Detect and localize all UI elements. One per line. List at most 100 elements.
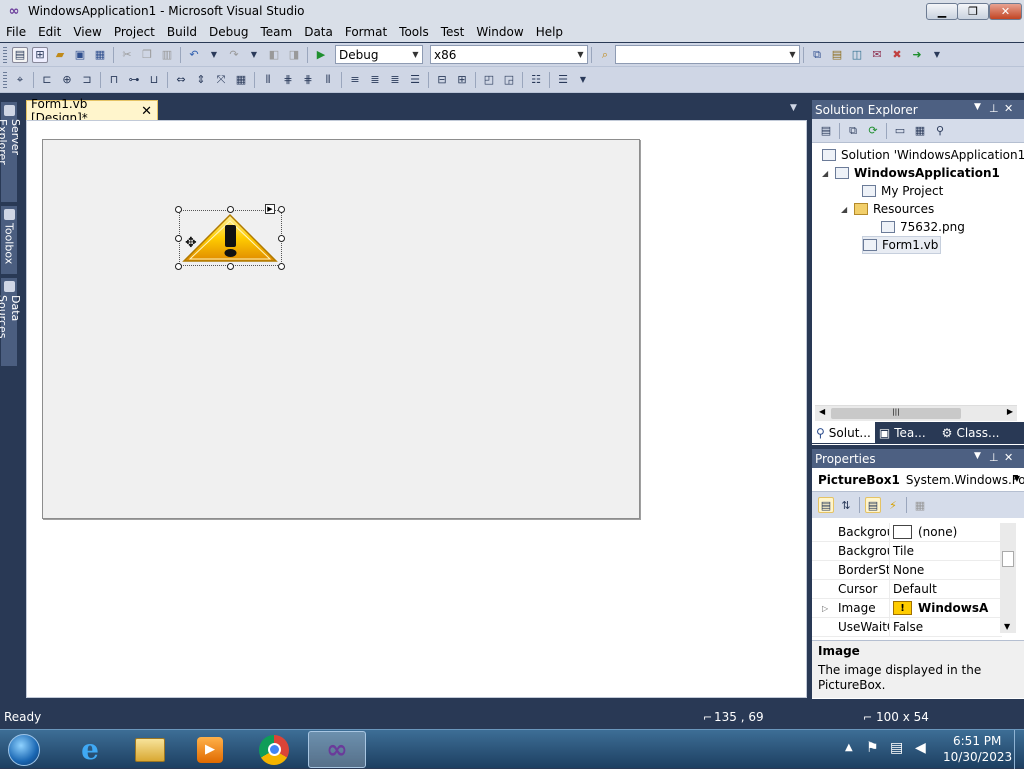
scroll-thumb[interactable]: ||| [831,408,961,419]
tab-toolbox[interactable]: Toolbox [1,206,17,274]
make-same-size-icon[interactable]: ⤧ [213,72,229,88]
scroll-right-icon[interactable]: ▶ [1007,407,1013,416]
view-code-icon[interactable]: ▭ [892,123,908,139]
show-desktop-button[interactable] [1014,730,1024,769]
properties-icon[interactable]: ▤ [865,497,881,513]
tab-data-sources[interactable]: Data Sources [0,278,22,366]
object-browser-icon[interactable]: ◫ [849,47,865,63]
resize-handle-sw[interactable] [175,263,182,270]
vertical-spacing-equal-icon[interactable]: ≡ [347,72,363,88]
form-designer[interactable] [42,139,640,519]
object-selector[interactable]: PictureBox1 System.Windows.For ▼ [812,468,1024,492]
smart-tag-icon[interactable]: ▶ [265,204,275,214]
remove-horizontal-spacing-icon[interactable]: ⦀ [320,72,336,88]
resize-handle-n[interactable] [227,206,234,213]
menu-debug[interactable]: Debug [203,25,254,39]
menu-file[interactable]: File [0,25,32,39]
tab-solution-explorer[interactable]: ⚲ Solut... [812,422,875,443]
tab-server-explorer[interactable]: Server Explorer [0,102,22,202]
close-icon[interactable]: ✕ [1004,102,1013,115]
chevron-down-icon[interactable]: ▼ [974,451,981,461]
menu-view[interactable]: View [67,25,107,39]
tab-team-explorer[interactable]: ▣ Tea... [875,422,930,443]
redo-dropdown-icon[interactable]: ▼ [246,47,262,63]
undo-icon[interactable]: ↶ [186,47,202,63]
maximize-button[interactable]: ❐ [957,3,989,20]
start-page-icon[interactable]: ➜ [909,47,925,63]
menu-window[interactable]: Window [470,25,529,39]
expand-triangle-icon[interactable]: ▷ [822,604,828,613]
save-icon[interactable]: ▣ [72,47,88,63]
taskbar-explorer[interactable] [124,731,176,768]
menu-format[interactable]: Format [339,25,393,39]
tab-form1-design[interactable]: Form1.vb [Design]* ✕ [26,97,158,125]
lock-controls-icon[interactable]: ☰ [555,72,571,88]
view-class-diagram-icon[interactable]: ⚲ [932,123,948,139]
property-row[interactable]: Cursor Default [812,579,1002,599]
property-row[interactable]: UseWaitCursc False [812,617,1002,637]
solution-config-dropdown[interactable]: Debug ▼ [335,45,423,64]
categorized-icon[interactable]: ▤ [818,497,834,513]
property-row[interactable]: BackgroundIr Tile [812,541,1002,561]
close-button[interactable]: ✕ [989,3,1022,20]
toolbar-options-icon[interactable]: ▼ [929,47,945,63]
make-same-height-icon[interactable]: ⇕ [193,72,209,88]
align-tops-icon[interactable]: ⊓ [106,72,122,88]
align-lefts-icon[interactable]: ⊏ [39,72,55,88]
find-in-files-icon[interactable]: ⌕ [597,47,613,63]
menu-help[interactable]: Help [530,25,569,39]
view-designer-icon[interactable]: ▦ [912,123,928,139]
property-pages-icon[interactable]: ▦ [912,497,928,513]
toolbox-icon[interactable]: ✉ [869,47,885,63]
property-value[interactable]: None [889,560,924,580]
align-middles-icon[interactable]: ⊶ [126,72,142,88]
network-icon[interactable]: ▤ [890,740,903,756]
resize-handle-e[interactable] [278,235,285,242]
expanded-triangle-icon[interactable]: ◢ [822,169,832,178]
redo-icon[interactable]: ↷ [226,47,242,63]
close-tab-icon[interactable]: ✕ [141,104,152,119]
tab-class-view[interactable]: ⚙ Class... [938,422,1004,443]
show-hidden-icons-icon[interactable]: ▲ [845,742,853,753]
start-button[interactable] [2,730,46,769]
align-to-grid-icon[interactable]: ⌖ [12,72,28,88]
send-to-back-icon[interactable]: ◲ [501,72,517,88]
find-combo[interactable]: ▼ [615,45,800,64]
picturebox-control[interactable]: ✥ [179,210,282,266]
scroll-left-icon[interactable]: ◀ [819,407,825,416]
align-rights-icon[interactable]: ⊐ [79,72,95,88]
cut-icon[interactable]: ✂ [119,47,135,63]
solution-explorer-icon[interactable]: ⧉ [809,47,825,63]
property-row[interactable]: ▷ Image ! WindowsA [812,598,1002,618]
toolbar-grip[interactable] [3,46,7,63]
save-all-icon[interactable]: ▦ [92,47,108,63]
center-vertically-icon[interactable]: ⊞ [454,72,470,88]
bring-to-front-icon[interactable]: ◰ [481,72,497,88]
alphabetical-icon[interactable]: ⇅ [838,497,854,513]
property-value[interactable]: False [889,617,923,637]
size-to-grid-icon[interactable]: ▦ [233,72,249,88]
make-same-width-icon[interactable]: ⇔ [173,72,189,88]
new-project-icon[interactable]: ▤ [12,46,28,63]
menu-edit[interactable]: Edit [32,25,67,39]
center-horizontally-icon[interactable]: ⊟ [434,72,450,88]
tab-order-icon[interactable]: ☷ [528,72,544,88]
menu-test[interactable]: Test [435,25,471,39]
clock-date[interactable]: 10/30/2023 [943,750,1012,764]
tree-item-form1[interactable]: Form1.vb [862,236,942,254]
taskbar-media-player[interactable]: ▶ [184,731,236,768]
align-centers-icon[interactable]: ⊕ [59,72,75,88]
resize-handle-nw[interactable] [175,206,182,213]
taskbar-chrome[interactable] [248,731,300,768]
property-value[interactable]: (none) [918,525,957,539]
increase-horizontal-spacing-icon[interactable]: ⋕ [280,72,296,88]
tree-item-my-project[interactable]: My Project [862,182,943,200]
horizontal-scrollbar[interactable]: ◀ ||| ▶ [815,405,1017,421]
resize-handle-ne[interactable] [278,206,285,213]
minimize-button[interactable]: ▁ [926,3,958,20]
undo-dropdown-icon[interactable]: ▼ [206,47,222,63]
property-value[interactable]: Default [889,579,937,599]
resize-handle-se[interactable] [278,263,285,270]
start-debug-icon[interactable]: ▶ [313,47,329,63]
tree-item-project[interactable]: ◢ WindowsApplication1 [822,164,1000,182]
